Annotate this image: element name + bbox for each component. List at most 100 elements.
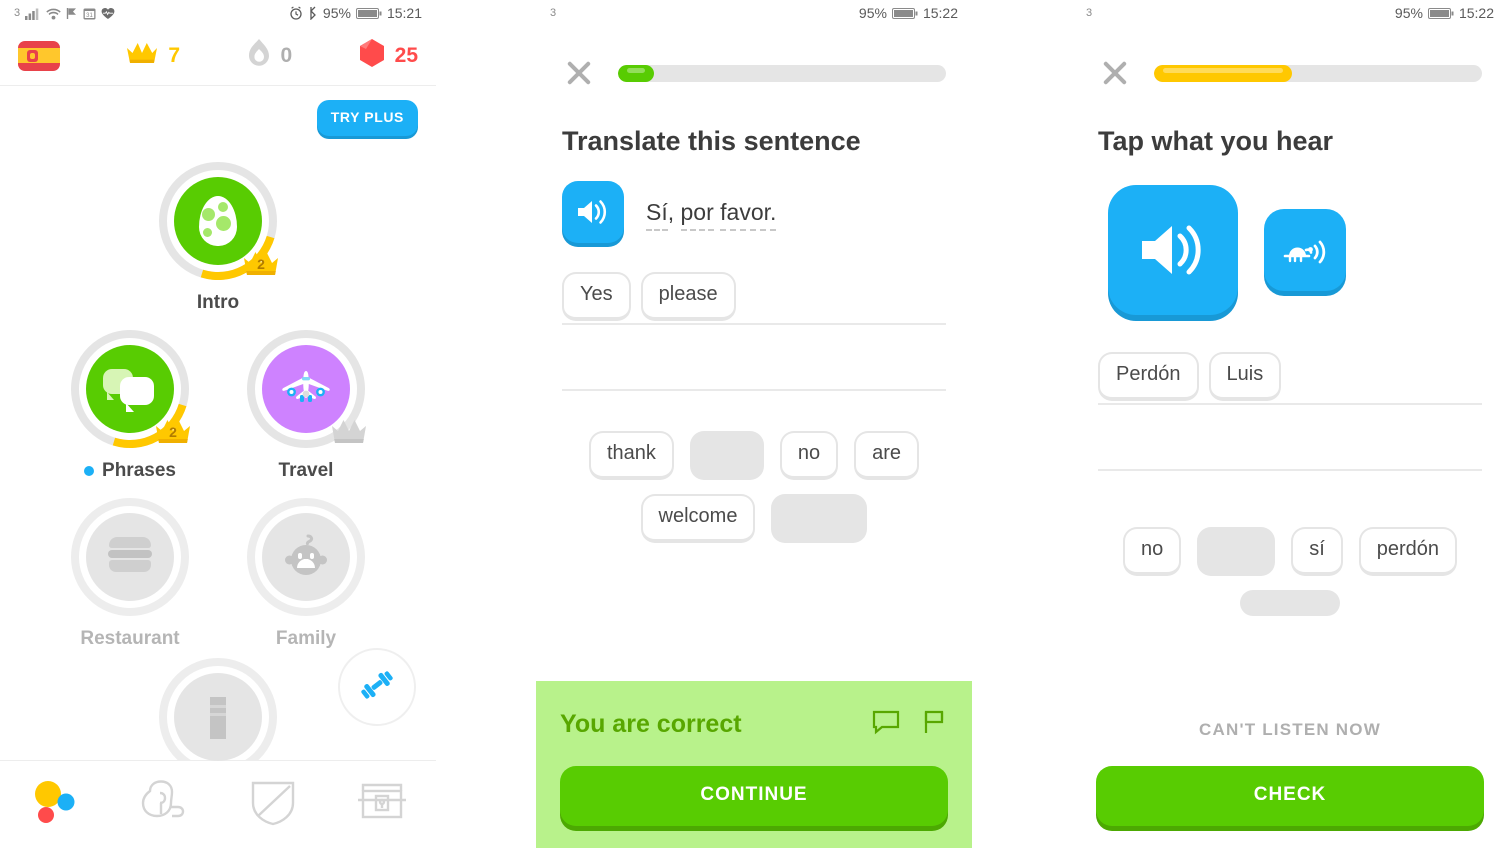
- word-bank-tile[interactable]: welcome: [640, 494, 756, 543]
- crown-badge-empty: [329, 416, 369, 446]
- wifi-icon: [46, 7, 61, 20]
- skill-phrases[interactable]: 2 Phrases: [50, 309, 210, 482]
- audio-controls: [1072, 157, 1508, 315]
- skill-restaurant[interactable]: Restaurant: [55, 498, 205, 650]
- word-bank-tile[interactable]: no: [1122, 527, 1182, 576]
- panel-translate-exercise: 3 95% 15:22 Translate this sentence Sí, …: [536, 0, 972, 848]
- streak-counter[interactable]: 0: [246, 38, 292, 73]
- sidebar-item-quests[interactable]: [327, 779, 436, 830]
- language-flag-button[interactable]: [18, 40, 60, 71]
- battery-percent: 95%: [858, 5, 887, 21]
- close-icon[interactable]: [562, 56, 596, 90]
- status-bar: 3 95% 15:22: [1072, 0, 1508, 26]
- status-bar: 3 95% 15:22: [536, 0, 972, 26]
- page-title: Tap what you hear: [1098, 126, 1334, 156]
- heart-icon: [101, 7, 115, 20]
- answer-tile[interactable]: Yes: [562, 272, 631, 321]
- answer-tile[interactable]: Luis: [1208, 352, 1282, 401]
- answer-line-2[interactable]: [1098, 405, 1482, 471]
- continue-button[interactable]: CONTINUE: [560, 766, 948, 826]
- practice-fab-button[interactable]: [338, 648, 416, 726]
- network-label: 3: [14, 7, 21, 19]
- duo-head-icon: [138, 779, 190, 830]
- dumbbell-icon: [358, 666, 396, 709]
- turtle-speaker-icon[interactable]: [1264, 209, 1346, 291]
- word-bank-tile[interactable]: perdón: [1358, 527, 1458, 576]
- crown-count: 7: [168, 43, 181, 67]
- word-bank: no sí perdón: [1072, 471, 1508, 616]
- svg-text:31: 31: [86, 13, 93, 19]
- prompt-word[interactable]: favor.: [720, 198, 777, 231]
- word-bank-tile[interactable]: sí: [1291, 527, 1343, 576]
- flag-report-icon[interactable]: [922, 709, 948, 740]
- skill-intro[interactable]: 2 Intro: [138, 141, 298, 314]
- skill-travel[interactable]: Travel: [231, 330, 381, 482]
- clock-time: 15:21: [386, 5, 422, 21]
- battery-icon: [1427, 7, 1454, 20]
- word-bank-tile-used: [771, 494, 868, 543]
- flame-icon: [246, 38, 272, 73]
- lesson-progress-fill: [1154, 64, 1292, 82]
- battery-icon: [355, 7, 382, 20]
- comment-icon[interactable]: [872, 709, 900, 740]
- word-bank-tile-used: [1240, 590, 1340, 616]
- lesson-header: [1072, 26, 1508, 90]
- top-hud: 7 0 25: [0, 26, 436, 86]
- try-plus-button[interactable]: TRY PLUS: [316, 100, 418, 136]
- skill-label: Restaurant: [80, 628, 180, 649]
- new-indicator-dot: [84, 466, 95, 476]
- sidebar-item-leaderboard[interactable]: [218, 778, 327, 831]
- cant-listen-now-button[interactable]: CAN'T LISTEN NOW: [1096, 702, 1484, 766]
- feedback-text: You are correct: [560, 710, 742, 738]
- spanish-flag-icon: [18, 40, 60, 71]
- lesson-progress-fill: [618, 64, 655, 82]
- network-label: 3: [550, 7, 557, 19]
- gem-counter[interactable]: 25: [358, 38, 418, 73]
- speaker-icon[interactable]: [1108, 185, 1238, 315]
- word-bank-tile[interactable]: thank: [588, 431, 674, 480]
- sidebar-item-learn[interactable]: [0, 778, 109, 831]
- skill-label: Travel: [278, 460, 334, 481]
- answer-line-2[interactable]: [562, 325, 946, 391]
- answer-tile[interactable]: please: [640, 272, 736, 321]
- check-button[interactable]: CHECK: [1096, 766, 1484, 826]
- speaker-icon[interactable]: [562, 181, 624, 243]
- word-bank-tile[interactable]: no: [779, 431, 839, 480]
- battery-percent: 95%: [322, 5, 351, 21]
- skill-label: Family: [275, 628, 337, 649]
- answer-line-1[interactable]: Yes please: [562, 265, 946, 325]
- panel-gap: [436, 0, 536, 848]
- dots-icon: [30, 778, 80, 831]
- sidebar-item-characters[interactable]: [109, 779, 218, 830]
- crown-level: 2: [257, 256, 265, 272]
- alarm-icon: [289, 6, 303, 20]
- close-icon[interactable]: [1098, 56, 1132, 90]
- status-bar: 3 31 95% 15:21: [0, 0, 436, 26]
- prompt-word[interactable]: por: [680, 198, 714, 231]
- answer-line-1[interactable]: Perdón Luis: [1098, 345, 1482, 405]
- skill-family[interactable]: Family: [231, 498, 381, 650]
- lesson-progress-bar: [618, 64, 946, 82]
- crown-badge: 2: [241, 248, 281, 278]
- battery-icon: [891, 7, 918, 20]
- prompt-punct: ,: [667, 198, 675, 225]
- prompt-word[interactable]: Sí: [646, 198, 668, 231]
- network-label: 3: [1086, 7, 1093, 19]
- word-bank-tile-used: [689, 431, 764, 480]
- answer-tile[interactable]: Perdón: [1098, 352, 1199, 401]
- panel-gap: [972, 0, 1072, 848]
- calendar-icon: 31: [83, 7, 96, 20]
- feedback-banner: You are correct CONTINUE: [536, 681, 972, 848]
- crown-counter[interactable]: 7: [125, 40, 180, 71]
- word-bank-tile[interactable]: are: [854, 431, 920, 480]
- chest-icon: [357, 779, 407, 830]
- bluetooth-icon: [308, 6, 318, 20]
- prompt-sentence: Sí, por favor.: [646, 198, 777, 231]
- word-bank-tile-used: [1197, 527, 1276, 576]
- panel-listen-exercise: 3 95% 15:22 Tap what you hear Perdón Lui…: [1072, 0, 1508, 848]
- skill-label: Intro: [196, 292, 240, 313]
- lesson-progress-bar: [1154, 64, 1482, 82]
- building-icon: [174, 673, 262, 761]
- word-bank: thank no are welcome: [536, 391, 972, 543]
- shield-icon: [250, 778, 296, 831]
